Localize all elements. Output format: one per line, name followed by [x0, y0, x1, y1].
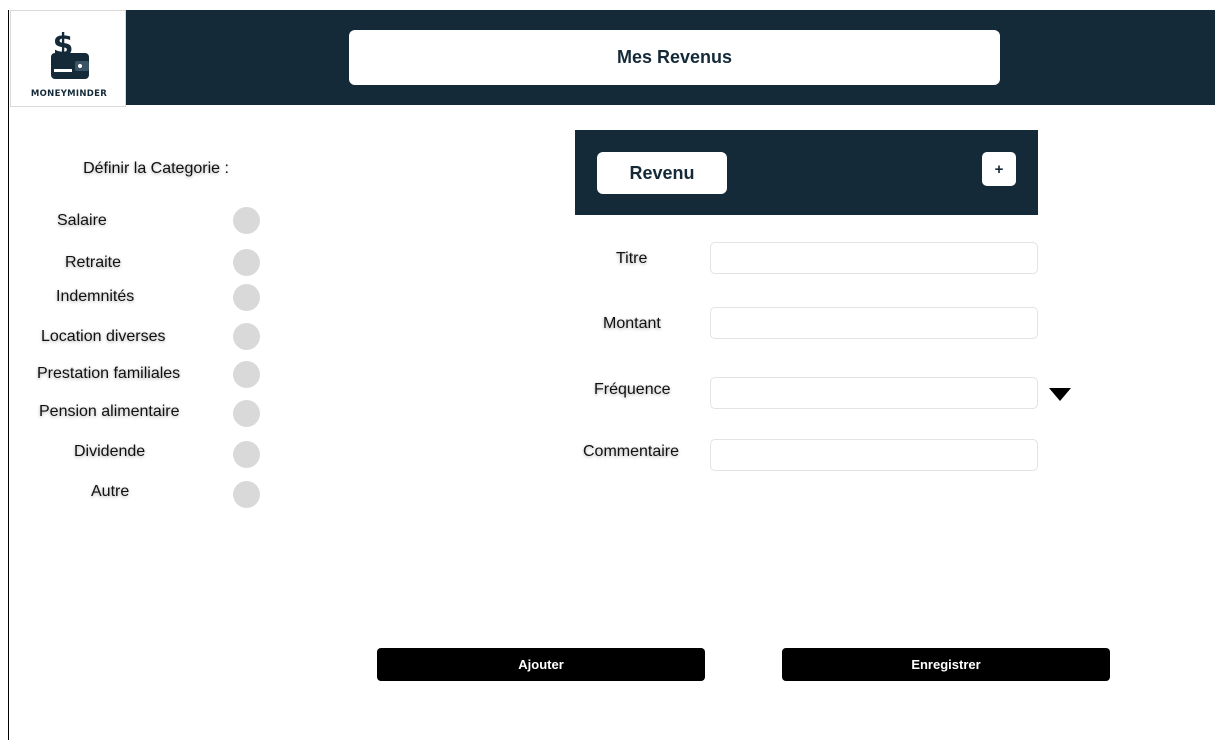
- category-radio-dividende[interactable]: [233, 441, 260, 468]
- category-label-pension-alimentaire: Pension alimentaire: [39, 403, 180, 420]
- page-title: Mes Revenus: [349, 30, 1000, 85]
- montant-input[interactable]: [710, 307, 1038, 339]
- frequence-label: Fréquence: [594, 381, 671, 398]
- ajouter-button[interactable]: Ajouter: [377, 648, 705, 681]
- commentaire-label: Commentaire: [583, 443, 680, 460]
- category-radio-prestation-familiales[interactable]: [233, 361, 260, 388]
- category-label-autre: Autre: [91, 483, 130, 500]
- chevron-down-icon[interactable]: [1049, 388, 1071, 401]
- category-radio-retraite[interactable]: [233, 249, 260, 276]
- category-label-salaire: Salaire: [57, 212, 107, 229]
- category-radio-autre[interactable]: [233, 481, 260, 508]
- category-label-retraite: Retraite: [65, 254, 122, 271]
- category-label-prestation-familiales: Prestation familiales: [37, 365, 181, 382]
- category-label-dividende: Dividende: [74, 443, 146, 460]
- titre-label: Titre: [616, 250, 648, 267]
- titre-input[interactable]: [710, 242, 1038, 274]
- category-radio-indemnites[interactable]: [233, 284, 260, 311]
- svg-text:$: $: [53, 28, 74, 63]
- category-radio-salaire[interactable]: [233, 207, 260, 234]
- category-label-indemnites: Indemnités: [56, 288, 135, 305]
- commentaire-input[interactable]: [710, 439, 1038, 471]
- category-radio-pension-alimentaire[interactable]: [233, 400, 260, 427]
- montant-label: Montant: [603, 315, 661, 332]
- money-wallet-icon: $: [51, 28, 89, 79]
- frequence-select[interactable]: [710, 377, 1038, 409]
- add-revenu-button[interactable]: +: [982, 152, 1016, 186]
- left-border: [8, 10, 9, 740]
- category-label-location-diverses: Location diverses: [41, 328, 166, 345]
- logo-text: MONEYMINDER: [30, 89, 108, 99]
- tab-revenu[interactable]: Revenu: [597, 152, 727, 194]
- enregistrer-button[interactable]: Enregistrer: [782, 648, 1110, 681]
- category-radio-location-diverses[interactable]: [233, 323, 260, 350]
- category-heading: Définir la Categorie :: [83, 160, 229, 177]
- plus-icon: +: [994, 160, 1004, 178]
- logo[interactable]: $ MONEYMINDER: [10, 10, 126, 107]
